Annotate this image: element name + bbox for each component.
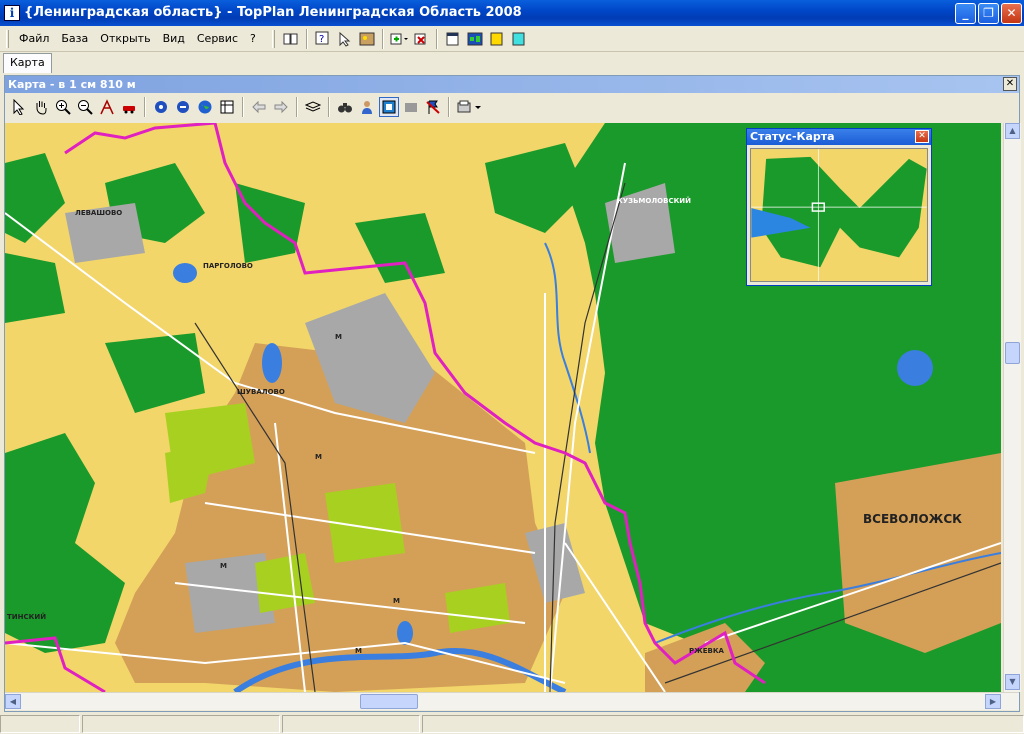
label-metro: М [315, 453, 322, 461]
select-arrow-icon[interactable] [9, 97, 29, 117]
status-bar [0, 714, 1024, 734]
app-icon: i [4, 5, 20, 21]
menu-view[interactable]: Вид [157, 30, 191, 47]
window-icon[interactable] [443, 29, 463, 49]
tab-bar: Карта [0, 52, 1024, 74]
menu-open[interactable]: Открыть [94, 30, 156, 47]
binoculars-icon[interactable] [335, 97, 355, 117]
label-vsevolozhsk: ВСЕВОЛОЖСК [863, 512, 962, 526]
center-icon[interactable] [151, 97, 171, 117]
label-metro: М [335, 333, 342, 341]
map-window-title: Карта - в 1 см 810 м [8, 78, 136, 91]
toolbar-grip[interactable] [271, 29, 275, 48]
scroll-down-button[interactable]: ▼ [1005, 674, 1020, 690]
help-pointer-icon[interactable]: ? [313, 29, 333, 49]
label-rzhevka: РЖЕВКА [689, 647, 725, 655]
tab-karta[interactable]: Карта [3, 53, 52, 73]
image-icon[interactable] [357, 29, 377, 49]
minimize-button[interactable]: _ [955, 3, 976, 24]
toolbar-separator [242, 96, 244, 117]
menu-file[interactable]: Файл [13, 30, 55, 47]
add-layer-dropdown-icon[interactable] [389, 29, 409, 49]
grid-icon[interactable] [217, 97, 237, 117]
maximize-button[interactable]: ❐ [978, 3, 999, 24]
toolbar-separator [328, 96, 330, 117]
back-arrow-icon[interactable] [249, 97, 269, 117]
status-panel-3 [282, 715, 420, 733]
cyan-doc-icon[interactable] [509, 29, 529, 49]
svg-text:?: ? [319, 34, 324, 45]
label-levashovo: ЛЕВАШОВО [75, 209, 122, 217]
toolbar-separator [435, 28, 438, 49]
map-window-close-button[interactable]: ✕ [1003, 77, 1017, 91]
toolbar-separator [448, 96, 450, 117]
map-viewport[interactable]: ЛЕВАШОВО ПАРГОЛОВО ШУВАЛОВО ВСЕВОЛОЖСК К… [5, 123, 1019, 692]
label-metro: М [220, 562, 227, 570]
book-icon[interactable] [281, 29, 301, 49]
overview-toggle-icon[interactable] [379, 96, 399, 117]
overview-map[interactable] [750, 148, 928, 282]
zoom-in-icon[interactable] [53, 97, 73, 117]
status-panel-4 [422, 715, 1024, 733]
world-map-icon[interactable] [465, 29, 485, 49]
horizontal-scrollbar[interactable]: ◀ ▶ [5, 692, 1019, 710]
map-toolbar [5, 93, 1019, 120]
vertical-scrollbar[interactable]: ▲ ▼ [1003, 123, 1021, 692]
window-title: {Ленинградская область} - TopPlan Ленинг… [24, 5, 522, 20]
globe-icon[interactable] [195, 97, 215, 117]
status-map-close-button[interactable]: ✕ [915, 130, 929, 143]
menubar-grip[interactable] [6, 29, 9, 48]
close-button[interactable]: ✕ [1001, 3, 1022, 24]
label-shuvalovo: ШУВАЛОВО [237, 388, 285, 396]
label-kuzmolovsky: КУЗЬМОЛОВСКИЙ [617, 196, 691, 205]
pan-hand-icon[interactable] [31, 97, 51, 117]
toolbar-separator [305, 28, 308, 49]
label-metro: М [393, 597, 400, 605]
status-panel-1 [0, 715, 80, 733]
minus-circle-icon[interactable] [173, 97, 193, 117]
remove-layer-icon[interactable] [411, 29, 431, 49]
menu-base[interactable]: База [55, 30, 94, 47]
map-window: Карта - в 1 см 810 м ✕ ЛЕВАШОВО ПАРГОЛОВ… [4, 75, 1021, 712]
menubar: Файл База Открыть Вид Сервис ? ? [0, 26, 1024, 52]
label-pargolovo: ПАРГОЛОВО [203, 262, 253, 270]
print-dropdown-icon[interactable] [455, 97, 485, 117]
toolbar-separator [144, 96, 146, 117]
toolbar-separator [296, 96, 298, 117]
pointer-info-icon[interactable] [335, 29, 355, 49]
scroll-right-button[interactable]: ▶ [985, 694, 1001, 709]
label-metro: М [355, 647, 362, 655]
layers-icon[interactable] [303, 97, 323, 117]
yellow-doc-icon[interactable] [487, 29, 507, 49]
measure-icon[interactable] [97, 97, 117, 117]
status-map-window[interactable]: Статус-Карта ✕ [746, 128, 932, 286]
map-window-titlebar: Карта - в 1 см 810 м ✕ [5, 76, 1019, 93]
status-map-titlebar[interactable]: Статус-Карта ✕ [747, 129, 931, 145]
flag-off-icon[interactable] [423, 97, 443, 117]
scroll-left-button[interactable]: ◀ [5, 694, 21, 709]
main-toolbar: ? [270, 28, 529, 49]
forward-arrow-icon[interactable] [271, 97, 291, 117]
toolbar-separator [381, 28, 384, 49]
label-tinsky: ТИНСКИЙ [7, 612, 46, 621]
zoom-out-icon[interactable] [75, 97, 95, 117]
status-map-title: Статус-Карта [750, 130, 835, 143]
person-search-icon[interactable] [357, 97, 377, 117]
window-titlebar: i {Ленинградская область} - TopPlan Лени… [0, 0, 1024, 26]
status-panel-2 [82, 715, 280, 733]
scroll-up-button[interactable]: ▲ [1005, 123, 1020, 139]
menu-service[interactable]: Сервис [191, 30, 244, 47]
menu-help[interactable]: ? [244, 30, 262, 47]
vertical-scroll-thumb[interactable] [1005, 342, 1020, 364]
horizontal-scroll-thumb[interactable] [360, 694, 418, 709]
car-route-icon[interactable] [119, 97, 139, 117]
gray-box-icon[interactable] [401, 97, 421, 117]
